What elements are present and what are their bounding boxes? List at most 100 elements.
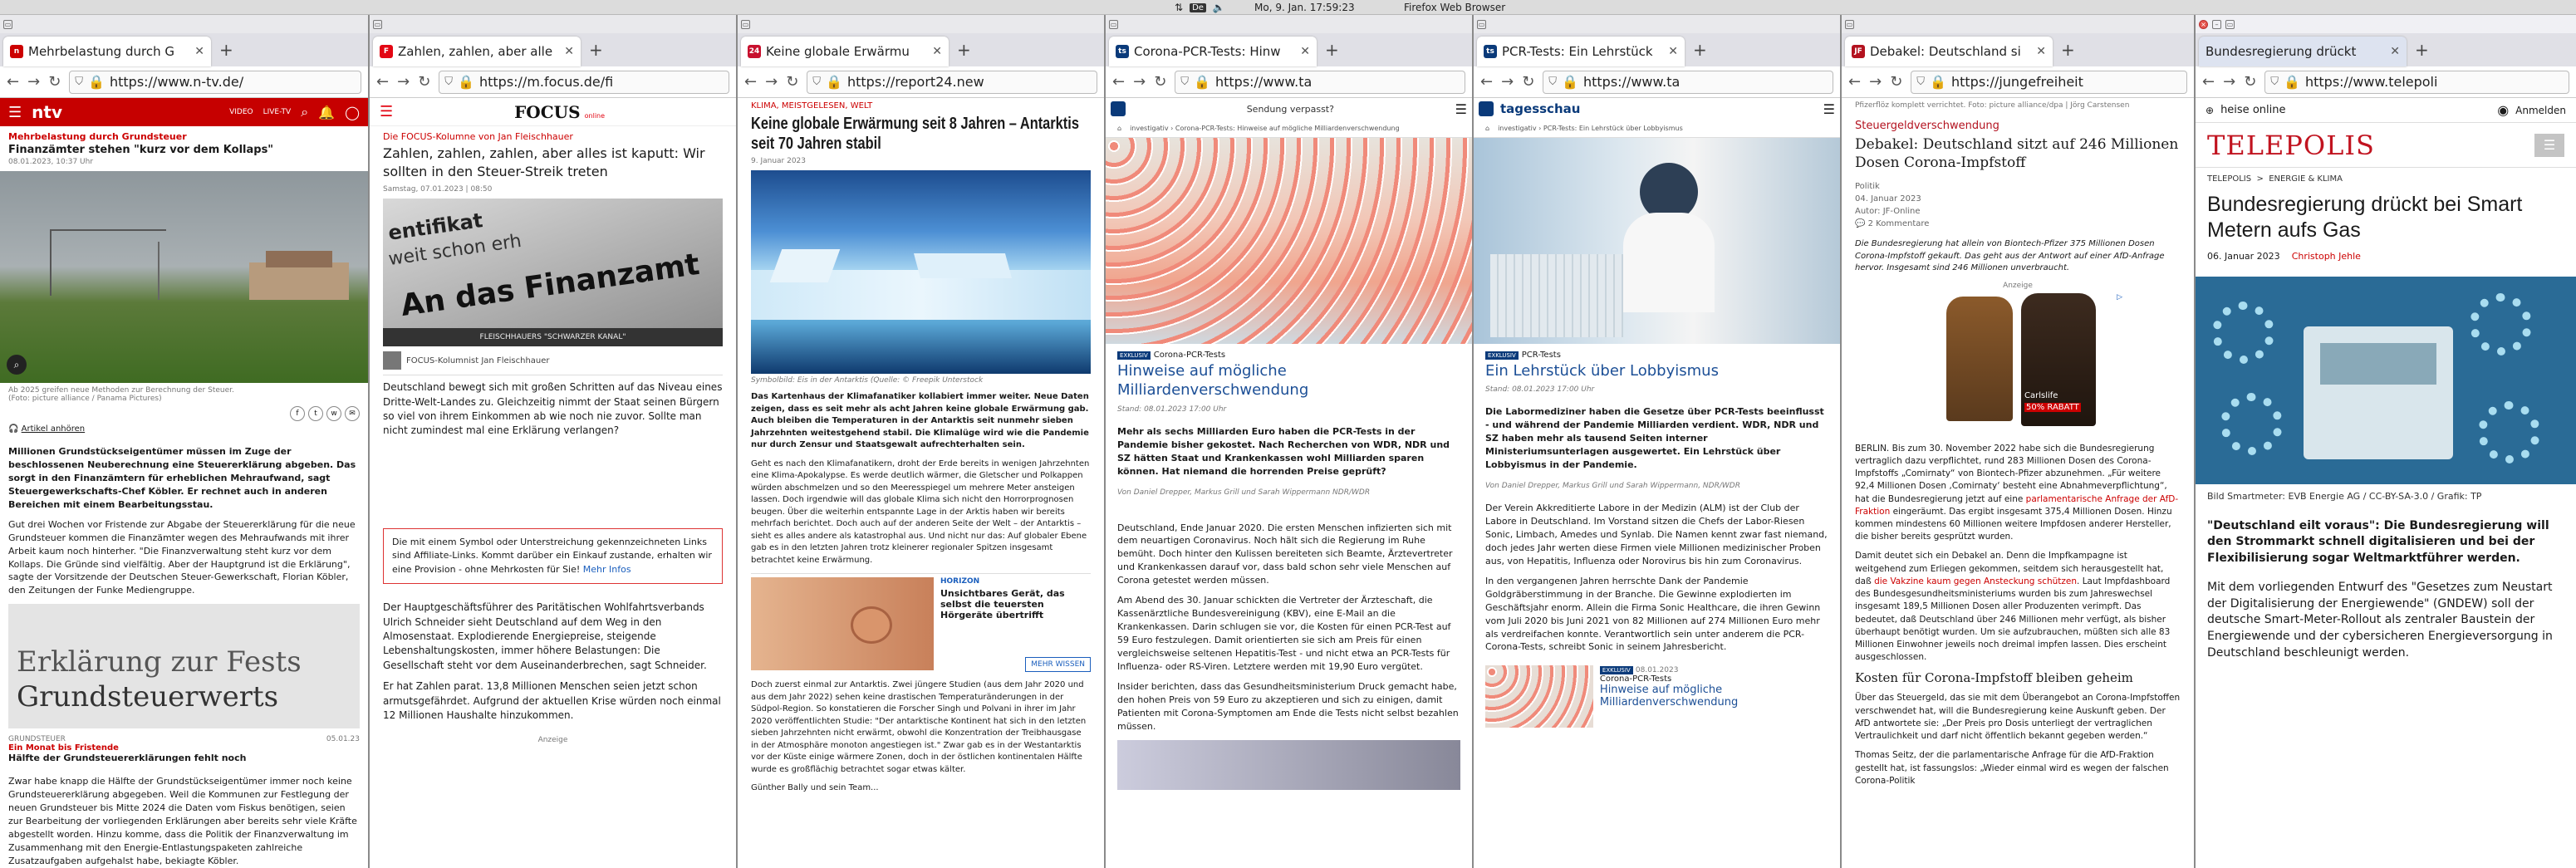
article-category[interactable]: KLIMA, MEISTGELESEN, WELT — [751, 101, 1091, 110]
shield-icon[interactable]: ⛉ — [1548, 76, 1557, 88]
reload-icon[interactable]: ↻ — [1890, 73, 1902, 91]
vakzine-link[interactable]: die Vakzine kaum gegen Ansteckung schütz… — [1874, 576, 2077, 586]
menu-icon[interactable]: ☰ — [8, 104, 22, 121]
back-icon[interactable]: ← — [7, 73, 19, 91]
teaser-title[interactable]: Hälfte der Grundsteuererklärungen fehlt … — [8, 753, 360, 763]
ad-info-icon[interactable]: ▷ — [2117, 293, 2122, 302]
lock-icon[interactable]: 🔒 — [1930, 74, 1946, 90]
heise-online-link[interactable]: heise online — [2220, 104, 2285, 116]
mail-icon[interactable]: ✉ — [345, 406, 360, 421]
site-logo[interactable]: ntv — [32, 102, 62, 122]
menu-icon[interactable]: ☰ — [380, 103, 393, 120]
back-icon[interactable]: ← — [1112, 73, 1125, 91]
forward-icon[interactable]: → — [1133, 73, 1146, 91]
sendung-verpasst-link[interactable]: Sendung verpasst? — [1132, 104, 1449, 115]
window-menu-button[interactable]: ▭ — [1845, 19, 1854, 29]
related-article[interactable]: EXKLUSIV 08.01.2023 Corona-PCR-Tests Hin… — [1485, 665, 1828, 728]
back-icon[interactable]: ← — [376, 73, 389, 91]
new-tab-button[interactable]: + — [1325, 40, 1339, 60]
tab-telepolis[interactable]: Bundesregierung drückt ✕ — [2199, 37, 2407, 66]
zoom-icon[interactable]: ⌕ — [7, 355, 27, 375]
close-tab-icon[interactable]: ✕ — [932, 45, 942, 58]
window-menu-button[interactable]: ▭ — [741, 19, 750, 29]
shield-icon[interactable]: ⛉ — [1916, 76, 1925, 88]
forward-icon[interactable]: → — [1869, 73, 1882, 91]
reload-icon[interactable]: ↻ — [1522, 73, 1534, 91]
volume-icon[interactable]: 🔈 — [1213, 2, 1225, 13]
close-tab-icon[interactable]: ✕ — [1668, 45, 1678, 58]
listen-article-link[interactable]: Artikel anhören — [22, 424, 86, 434]
user-icon[interactable]: ◉ — [2497, 102, 2509, 118]
shield-icon[interactable]: ⛉ — [1180, 76, 1189, 88]
new-tab-button[interactable]: + — [219, 40, 233, 60]
keyboard-layout-indicator[interactable]: De — [1190, 2, 1206, 12]
twitter-icon[interactable]: t — [308, 406, 323, 421]
shield-icon[interactable]: ⛉ — [2270, 76, 2279, 88]
login-link[interactable]: Anmelden — [2515, 105, 2566, 116]
url-bar[interactable]: ⛉ 🔒 https://www.telepoli — [2264, 70, 2569, 94]
menu-icon[interactable]: ☰ — [2534, 133, 2564, 157]
reload-icon[interactable]: ↻ — [2244, 73, 2256, 91]
new-tab-button[interactable]: + — [1693, 40, 1707, 60]
teaser-image[interactable]: Erklärung zur Fests Grundsteuerwerts — [8, 604, 360, 729]
shield-icon[interactable]: ⛉ — [444, 76, 453, 88]
close-tab-icon[interactable]: ✕ — [2390, 45, 2400, 58]
close-tab-icon[interactable]: ✕ — [564, 45, 574, 58]
tab-report24[interactable]: 24 Keine globale Erwärmu ✕ — [741, 37, 949, 66]
menu-icon[interactable]: ☰ — [1823, 101, 1835, 117]
tab-ntv[interactable]: n Mehrbelastung durch G ✕ — [3, 37, 211, 66]
forward-icon[interactable]: → — [1501, 73, 1514, 91]
forward-icon[interactable]: → — [397, 73, 410, 91]
close-tab-icon[interactable]: ✕ — [194, 45, 204, 58]
bell-icon[interactable]: 🔔 — [318, 105, 335, 120]
window-minimize-button[interactable]: – — [2212, 19, 2221, 29]
network-icon[interactable]: ⇅ — [1175, 2, 1183, 13]
window-menu-button[interactable]: ▭ — [1109, 19, 1118, 29]
reload-icon[interactable]: ↻ — [48, 73, 61, 91]
back-icon[interactable]: ← — [2202, 73, 2215, 91]
new-tab-button[interactable]: + — [2415, 40, 2429, 60]
menu-icon[interactable]: ☰ — [1455, 101, 1467, 117]
comments-link[interactable]: 2 Kommentare — [1868, 219, 1930, 228]
ad-box[interactable]: HORIZON Unsichtbares Gerät, das selbst d… — [751, 573, 1091, 673]
listen-icon[interactable]: 🎧 — [8, 424, 22, 434]
lock-icon[interactable]: 🔒 — [88, 74, 105, 90]
url-bar[interactable]: ⛉ 🔒 https://www.n-tv.de/ — [69, 70, 361, 94]
clock[interactable]: Mo, 9. Jan. 17:59:23 — [1254, 2, 1355, 13]
close-tab-icon[interactable]: ✕ — [1300, 45, 1310, 58]
url-bar[interactable]: ⛉ 🔒 https://jungefreiheit — [1911, 70, 2187, 94]
new-tab-button[interactable]: + — [957, 40, 971, 60]
user-icon[interactable]: ◯ — [345, 105, 360, 120]
close-tab-icon[interactable]: ✕ — [2036, 45, 2046, 58]
site-logo[interactable]: tagesschau — [1500, 101, 1580, 116]
window-close-button[interactable]: × — [2199, 19, 2208, 29]
ad-banner[interactable]: Carlslife 50% RABATT ▷ — [1855, 292, 2181, 434]
article-category[interactable]: Politik — [1855, 180, 2181, 193]
forward-icon[interactable]: → — [27, 73, 40, 91]
window-menu-button[interactable]: ▭ — [1477, 19, 1486, 29]
reload-icon[interactable]: ↻ — [1154, 73, 1166, 91]
home-icon[interactable]: ⌂ — [1485, 125, 1489, 132]
home-icon[interactable]: ⌂ — [1117, 125, 1121, 132]
back-icon[interactable]: ← — [744, 73, 757, 91]
article-author[interactable]: Christoph Jehle — [2292, 251, 2361, 262]
search-icon[interactable]: ⌕ — [301, 104, 308, 120]
whatsapp-icon[interactable]: w — [326, 406, 341, 421]
forward-icon[interactable]: → — [2223, 73, 2235, 91]
site-logo[interactable]: TELEPOLIS — [2207, 130, 2375, 161]
shield-icon[interactable]: ⛉ — [75, 76, 83, 88]
reload-icon[interactable]: ↻ — [418, 73, 430, 91]
shield-icon[interactable]: ⛉ — [812, 76, 821, 88]
lock-icon[interactable]: 🔒 — [826, 74, 842, 90]
tagesschau-logo-icon[interactable] — [1111, 101, 1126, 116]
url-bar[interactable]: ⛉ 🔒 https://report24.new — [807, 70, 1097, 94]
tab-jungefreiheit[interactable]: JF Debakel: Deutschland si ✕ — [1845, 37, 2053, 66]
url-bar[interactable]: ⛉ 🔒 https://www.ta — [1175, 70, 1465, 94]
lock-icon[interactable]: 🔒 — [458, 74, 474, 90]
tab-focus[interactable]: F Zahlen, zahlen, aber alle ✕ — [373, 37, 581, 66]
ad-more-button[interactable]: MEHR WISSEN — [1025, 657, 1091, 672]
site-logo[interactable]: FOCUS online — [393, 102, 726, 122]
more-info-link[interactable]: Mehr Infos — [583, 564, 631, 575]
reload-icon[interactable]: ↻ — [786, 73, 798, 91]
window-menu-button[interactable]: ▭ — [373, 19, 382, 29]
